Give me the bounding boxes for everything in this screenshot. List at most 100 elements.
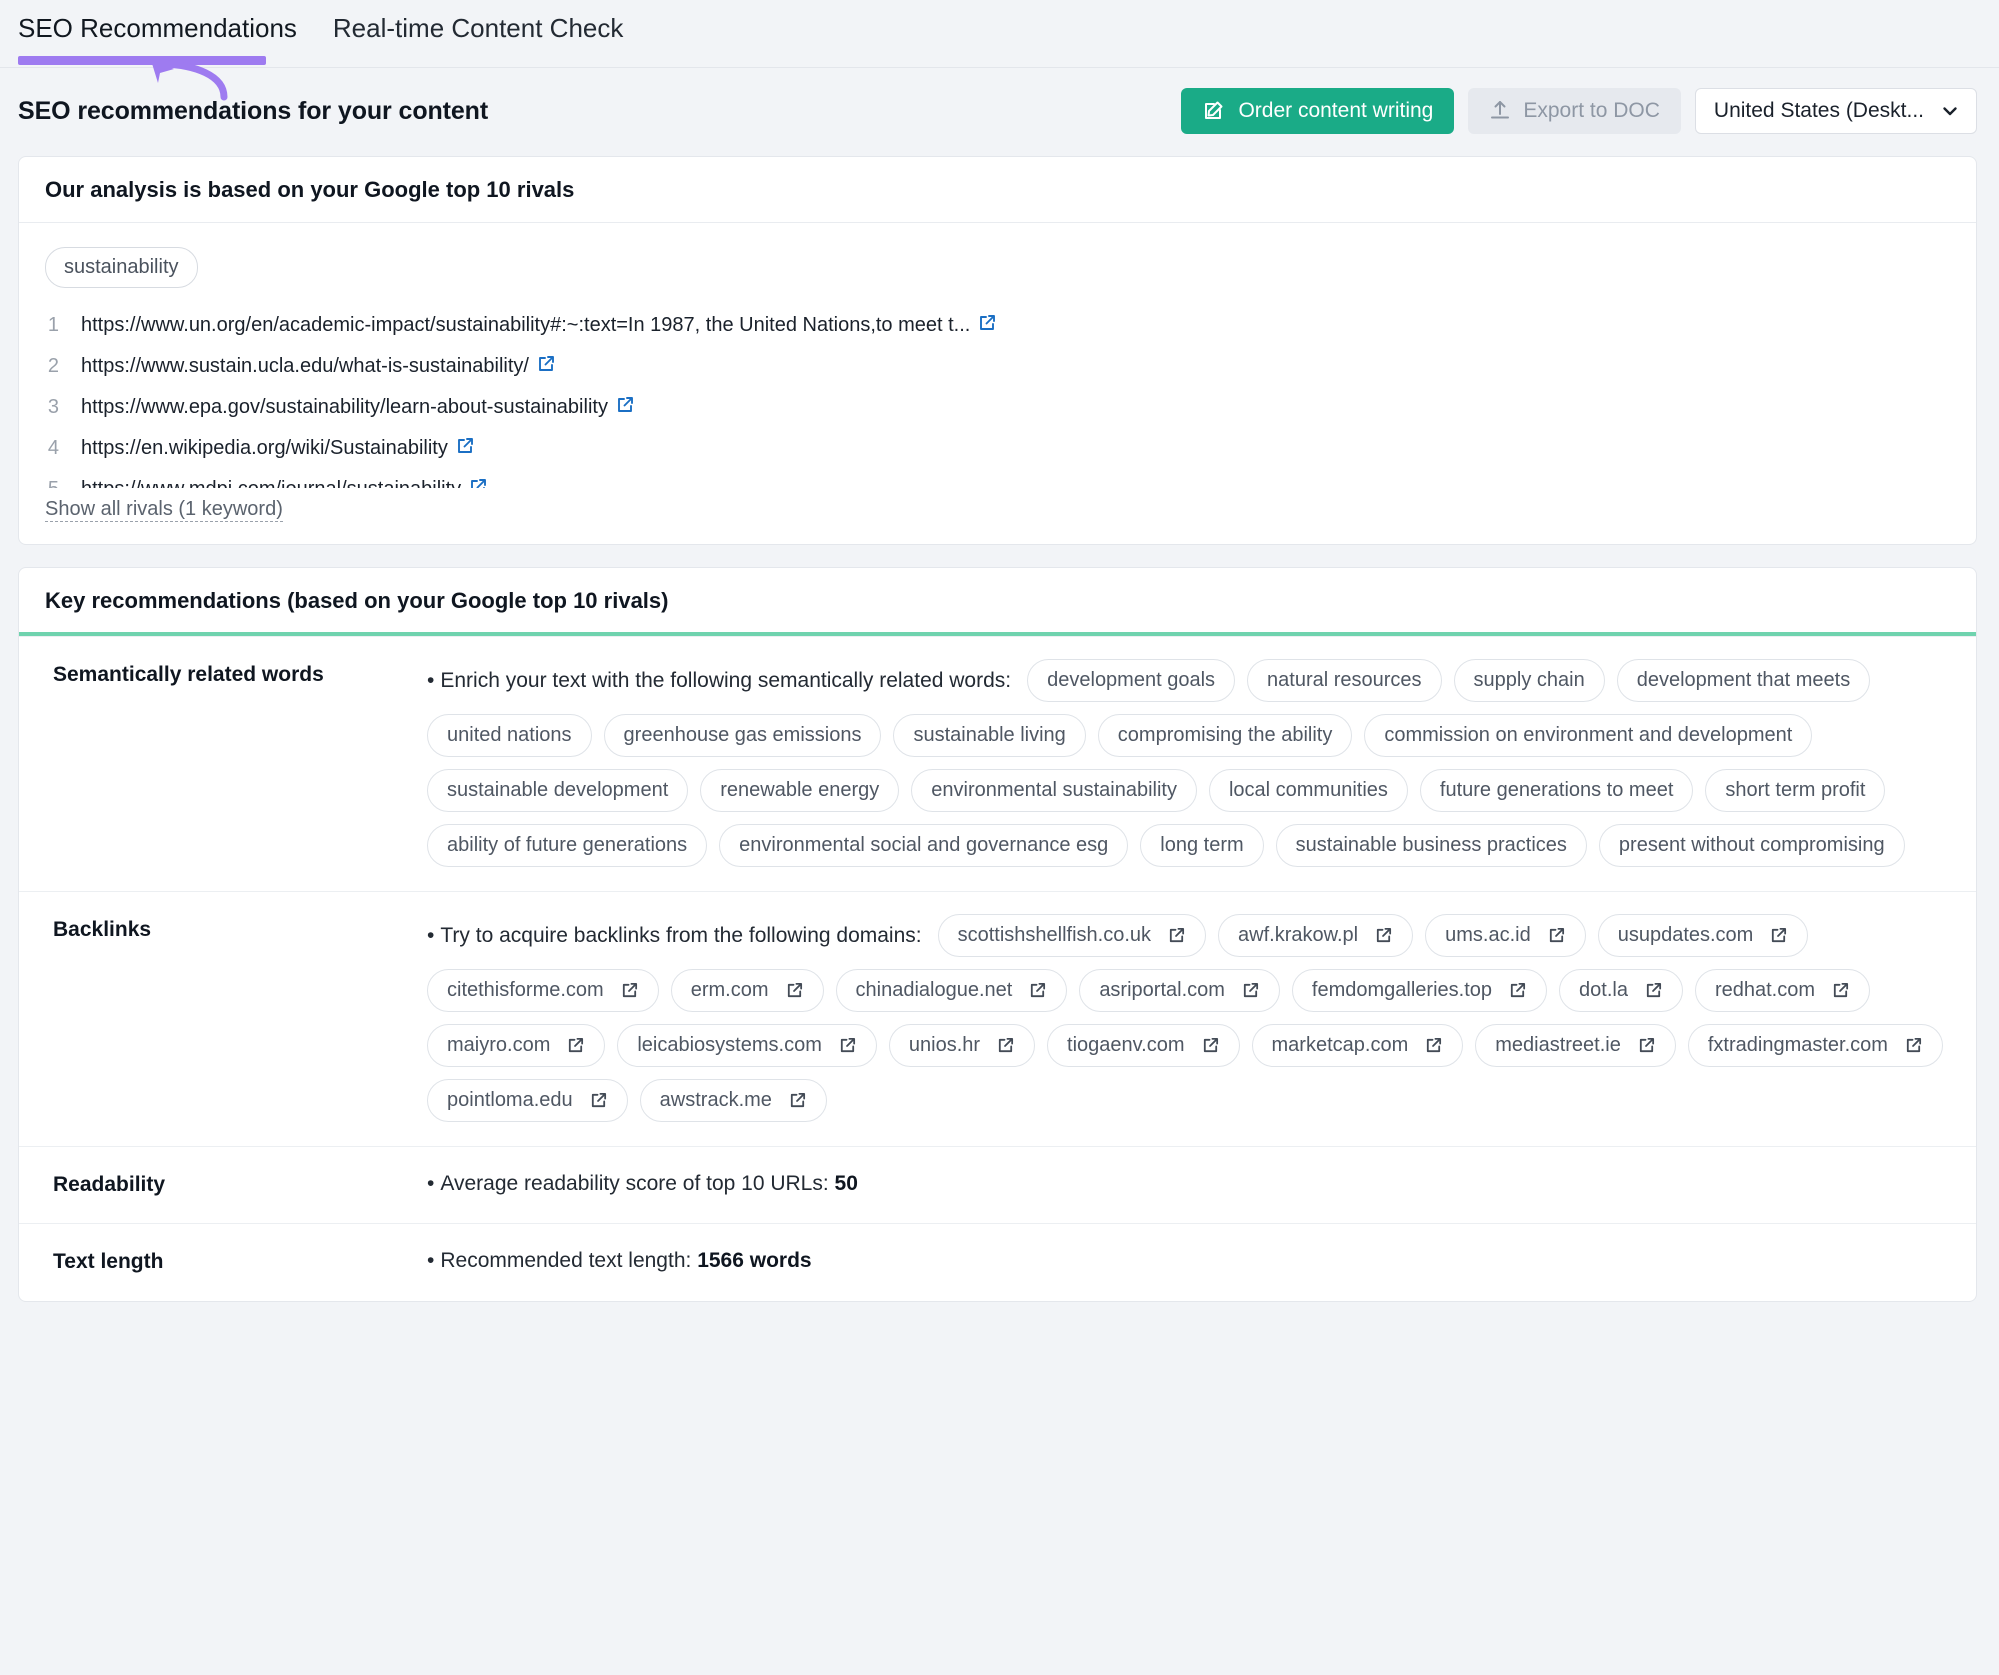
external-link-icon[interactable]	[996, 1036, 1015, 1055]
backlink-domain-label: ums.ac.id	[1445, 924, 1531, 946]
backlink-domain-chip[interactable]: leicabiosystems.com	[617, 1024, 877, 1067]
external-link-icon[interactable]	[1241, 981, 1260, 1000]
semantic-word-chip[interactable]: development that meets	[1616, 659, 1871, 702]
semantic-word-chip[interactable]: sustainable business practices	[1275, 824, 1587, 867]
rival-index: 4	[47, 437, 59, 459]
external-link-icon[interactable]	[615, 395, 635, 415]
backlink-domain-chip[interactable]: maiyro.com	[427, 1024, 606, 1067]
semantic-word-chip[interactable]: present without compromising	[1598, 824, 1905, 867]
external-link-icon[interactable]	[1167, 926, 1186, 945]
external-link-icon[interactable]	[1831, 981, 1850, 1000]
backlink-domain-chip[interactable]: mediastreet.ie	[1475, 1024, 1676, 1067]
readability-text: Average readability score of top 10 URLs…	[440, 1172, 829, 1195]
semantic-word-chip[interactable]: environmental social and governance esg	[719, 824, 1129, 867]
semantic-word-chip[interactable]: commission on environment and developmen…	[1364, 714, 1813, 757]
semantic-word-chip[interactable]: natural resources	[1247, 659, 1442, 702]
rival-url[interactable]: https://www.sustain.ucla.edu/what-is-sus…	[81, 351, 556, 382]
external-link-icon[interactable]	[1028, 981, 1047, 1000]
semantic-word-chip[interactable]: short term profit	[1705, 769, 1886, 812]
rival-url[interactable]: https://www.un.org/en/academic-impact/su…	[81, 310, 997, 341]
backlink-domain-label: mediastreet.ie	[1495, 1034, 1621, 1056]
external-link-icon[interactable]	[788, 1091, 807, 1110]
semantic-word-chip[interactable]: supply chain	[1453, 659, 1605, 702]
backlink-domain-label: pointloma.edu	[447, 1089, 573, 1111]
backlink-domain-chip[interactable]: ums.ac.id	[1425, 914, 1586, 957]
external-link-icon[interactable]	[589, 1091, 608, 1110]
show-all-rivals-link[interactable]: Show all rivals (1 keyword)	[45, 498, 283, 522]
backlink-domain-label: fxtradingmaster.com	[1707, 1034, 1888, 1056]
rival-index: 3	[47, 396, 59, 418]
semantic-word-chip[interactable]: sustainable development	[427, 769, 689, 812]
external-link-icon[interactable]	[455, 436, 475, 456]
order-content-writing-button[interactable]: Order content writing	[1181, 88, 1455, 134]
external-link-icon[interactable]	[1637, 1036, 1656, 1055]
rival-url[interactable]: https://en.wikipedia.org/wiki/Sustainabi…	[81, 433, 475, 464]
external-link-icon[interactable]	[977, 313, 997, 333]
tab-real-time-content-check[interactable]: Real-time Content Check	[333, 13, 637, 62]
key-recommendations-card: Key recommendations (based on your Googl…	[18, 567, 1977, 1302]
backlink-domain-chip[interactable]: tiogaenv.com	[1047, 1024, 1240, 1067]
backlink-domain-chip[interactable]: redhat.com	[1694, 969, 1871, 1012]
semantic-word-chip[interactable]: renewable energy	[700, 769, 900, 812]
backlink-domain-label: erm.com	[690, 979, 769, 1001]
text-length-content: • Recommended text length: 1566 words	[427, 1246, 1950, 1276]
semantic-word-chip[interactable]: ability of future generations	[427, 824, 708, 867]
rival-url[interactable]: https://www.epa.gov/sustainability/learn…	[81, 392, 635, 423]
text-length-text: Recommended text length:	[440, 1249, 692, 1273]
backlink-domain-chip[interactable]: scottishshellfish.co.uk	[937, 914, 1207, 957]
rival-url[interactable]: https://www.mdpi.com/journal/sustainabil…	[81, 474, 488, 488]
semantic-word-chip[interactable]: united nations	[427, 714, 592, 757]
page-header: SEO recommendations for your content Ord…	[0, 68, 1999, 156]
semantic-word-chip[interactable]: local communities	[1208, 769, 1408, 812]
export-to-doc-button[interactable]: Export to DOC	[1468, 88, 1681, 134]
backlink-domain-chip[interactable]: usupdates.com	[1597, 914, 1809, 957]
external-link-icon[interactable]	[536, 354, 556, 374]
semantic-word-chip[interactable]: compromising the ability	[1097, 714, 1353, 757]
external-link-icon[interactable]	[566, 1036, 585, 1055]
external-link-icon[interactable]	[1374, 926, 1393, 945]
backlink-domain-label: femdomgalleries.top	[1311, 979, 1493, 1001]
external-link-icon[interactable]	[838, 1036, 857, 1055]
backlink-domain-chip[interactable]: femdomgalleries.top	[1291, 969, 1548, 1012]
bullet-glyph: •	[427, 923, 435, 947]
backlink-domain-label: unios.hr	[908, 1034, 981, 1056]
semantic-word-chip[interactable]: development goals	[1027, 659, 1236, 702]
active-tab-underline	[18, 56, 266, 65]
backlink-domain-label: citethisforme.com	[447, 979, 604, 1001]
tab-seo-recommendations[interactable]: SEO Recommendations	[18, 13, 311, 62]
backlink-domain-chip[interactable]: unios.hr	[888, 1024, 1036, 1067]
backlink-domain-chip[interactable]: erm.com	[670, 969, 824, 1012]
readability-line: • Average readability score of top 10 URL…	[427, 1169, 1950, 1199]
semantic-word-chip[interactable]: environmental sustainability	[911, 769, 1197, 812]
semantic-word-chip[interactable]: greenhouse gas emissions	[603, 714, 882, 757]
backlink-domain-chip[interactable]: dot.la	[1559, 969, 1683, 1012]
semantic-word-chip[interactable]: sustainable living	[893, 714, 1086, 757]
external-link-icon[interactable]	[1201, 1036, 1220, 1055]
backlink-domain-chip[interactable]: citethisforme.com	[427, 969, 659, 1012]
key-recommendations-title: Key recommendations (based on your Googl…	[19, 568, 1976, 636]
external-link-icon[interactable]	[1508, 981, 1527, 1000]
external-link-icon[interactable]	[1904, 1036, 1923, 1055]
backlink-domain-chip[interactable]: awstrack.me	[639, 1079, 827, 1122]
backlink-domain-chip[interactable]: awf.krakow.pl	[1218, 914, 1414, 957]
order-content-writing-label: Order content writing	[1238, 99, 1434, 122]
external-link-icon[interactable]	[1424, 1036, 1443, 1055]
external-link-icon[interactable]	[785, 981, 804, 1000]
external-link-icon[interactable]	[1547, 926, 1566, 945]
bullet-glyph: •	[427, 1172, 435, 1195]
semantic-word-chip[interactable]: future generations to meet	[1419, 769, 1694, 812]
external-link-icon[interactable]	[620, 981, 639, 1000]
export-to-doc-label: Export to DOC	[1523, 99, 1660, 122]
backlink-domain-chip[interactable]: pointloma.edu	[427, 1079, 628, 1122]
semantic-word-chip[interactable]: long term	[1140, 824, 1264, 867]
backlink-domain-chip[interactable]: chinadialogue.net	[835, 969, 1068, 1012]
keyword-pill[interactable]: sustainability	[45, 247, 198, 288]
external-link-icon[interactable]	[1644, 981, 1663, 1000]
semantic-words-lead-text: Enrich your text with the following sema…	[440, 668, 1012, 692]
locale-select[interactable]: United States (Deskt...	[1694, 88, 1977, 134]
external-link-icon[interactable]	[1769, 926, 1788, 945]
external-link-icon[interactable]	[468, 477, 488, 488]
backlink-domain-chip[interactable]: fxtradingmaster.com	[1687, 1024, 1943, 1067]
backlink-domain-chip[interactable]: marketcap.com	[1251, 1024, 1464, 1067]
backlink-domain-chip[interactable]: asriportal.com	[1079, 969, 1280, 1012]
